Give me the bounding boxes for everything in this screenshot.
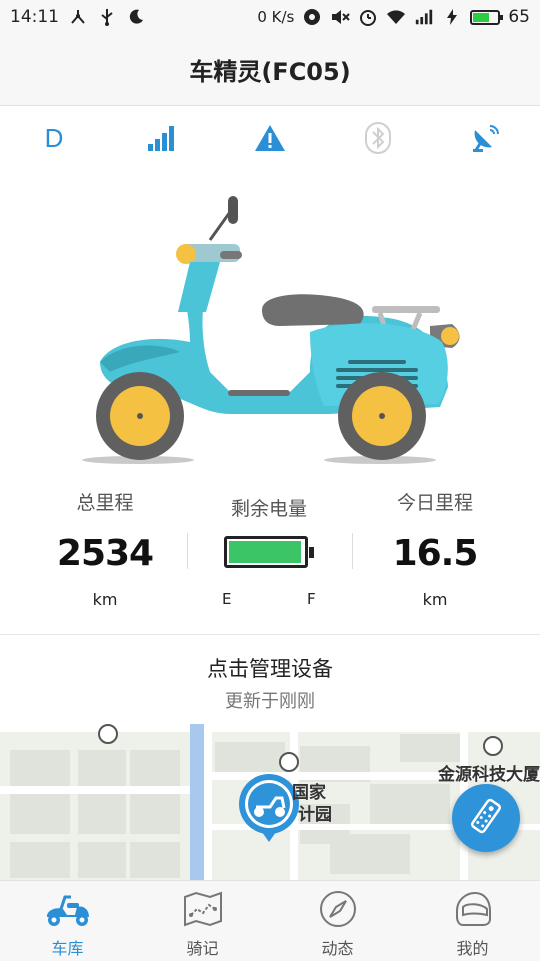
battery-empty-label: E [222,590,232,608]
scooter-icon [43,889,93,929]
helmet-icon [448,889,498,929]
warning-icon[interactable] [240,116,300,160]
manage-device-title: 点击管理设备 [207,657,333,681]
moon-icon [126,7,146,27]
compass-icon [313,889,363,929]
today-mileage-value: 16.5 [392,533,479,574]
today-mileage-unit: km [422,590,448,609]
nav-garage-label: 车库 [51,939,84,958]
gear-label: D [44,122,64,153]
alarm-icon [358,7,378,27]
usb-icon [97,7,117,27]
share-icon [68,7,88,27]
update-time: 更新于刚刚 [225,691,315,712]
nav-activity-label: 动态 [321,939,354,958]
bluetooth-icon[interactable] [348,116,408,160]
satellite-dish-icon[interactable] [456,116,516,160]
remaining-battery: 剩余电量 [179,488,359,521]
today-mileage-label: 今日里程 [396,492,473,514]
cell-signal-icon [414,7,434,27]
mute-icon [330,7,351,27]
nav-activity[interactable]: 动态 [270,881,405,961]
stat-divider [187,533,188,569]
manage-device-button[interactable]: 点击管理设备 更新于刚刚 [0,634,540,725]
status-time: 14:11 [10,7,59,27]
map-label-jinyuan: 金源科技大厦 [438,765,540,785]
remaining-battery-label: 剩余电量 [230,498,307,520]
scooter-illustration[interactable] [80,192,470,467]
total-mileage-unit: km [92,590,118,609]
status-bar: 14:11 0 K/s 65 [0,0,540,34]
stats-panel: 总里程 2534 km 剩余电量 E F 今日里程 16.5 km [0,488,540,623]
title-bar: 车精灵(FC05) [0,34,540,106]
page-title: 车精灵(FC05) [189,58,351,86]
battery-status-icon [470,9,504,25]
bottom-nav: 车库 骑记 动态 我的 [0,880,540,961]
net-speed: 0 K/s [257,8,295,26]
map-label-jiyuan: 计园 [298,805,332,825]
charging-icon [442,7,462,27]
wifi-icon [386,7,406,27]
total-mileage-label: 总里程 [76,492,134,514]
battery-level-icon [224,536,314,568]
signal-bars-icon[interactable] [132,116,192,160]
hotspot-icon [302,7,322,27]
battery-full-label: F [307,590,316,608]
nav-profile-label: 我的 [456,939,489,958]
nav-ride-log[interactable]: 骑记 [135,881,270,961]
nav-ride-log-label: 骑记 [186,939,219,958]
nav-garage[interactable]: 车库 [0,881,135,961]
today-mileage: 今日里程 16.5 km [345,488,525,609]
battery-percent: 65 [508,7,530,27]
total-mileage-value: 2534 [56,533,154,574]
gear-indicator[interactable]: D [24,116,84,160]
map-route-icon [178,889,228,929]
nav-profile[interactable]: 我的 [405,881,540,961]
device-status-row: D [0,112,540,164]
total-mileage: 总里程 2534 km [15,488,195,609]
remote-control-icon [466,796,506,840]
remote-control-button[interactable] [452,784,520,852]
